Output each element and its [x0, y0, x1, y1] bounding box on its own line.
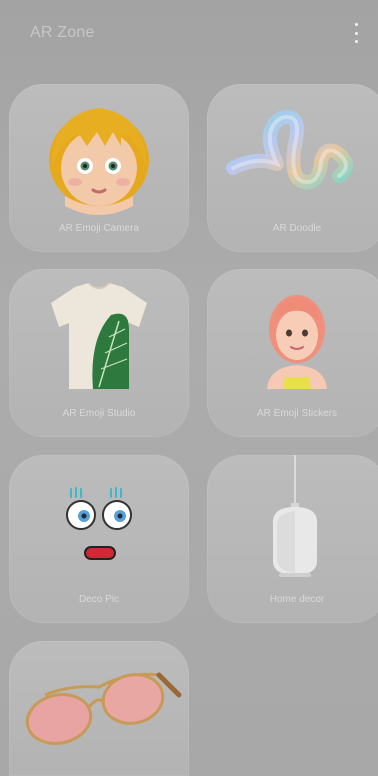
tile-label: AR Emoji Camera [58, 223, 140, 234]
tile-label: AR Emoji Stickers [256, 408, 337, 419]
ar-zone-screen: AR Zone AR Emoji Camera AR Doodle AR Emo… [0, 0, 378, 776]
tile-ar-emoji-stickers[interactable]: AR Emoji Stickers [207, 269, 378, 437]
more-options-icon[interactable] [348, 22, 364, 44]
tile-deco-pic[interactable]: Deco Pic [9, 455, 189, 623]
page-title: AR Zone [30, 24, 95, 41]
tile-home-decor[interactable]: Home decor [207, 455, 378, 623]
tile-ar-emoji-studio[interactable]: AR Emoji Studio [9, 269, 189, 437]
sunglasses-icon [25, 672, 182, 745]
tile-ar-doodle[interactable]: AR Doodle [207, 84, 378, 252]
app-header: AR Zone [0, 0, 378, 70]
tile-sunglasses[interactable] [9, 641, 189, 776]
tile-ar-emoji-camera[interactable]: AR Emoji Camera [9, 84, 189, 252]
tile-label: AR Emoji Studio [62, 408, 136, 419]
tile-label: Deco Pic [78, 594, 119, 605]
tile-label: Home decor [269, 594, 325, 605]
tile-label: AR Doodle [272, 223, 322, 234]
